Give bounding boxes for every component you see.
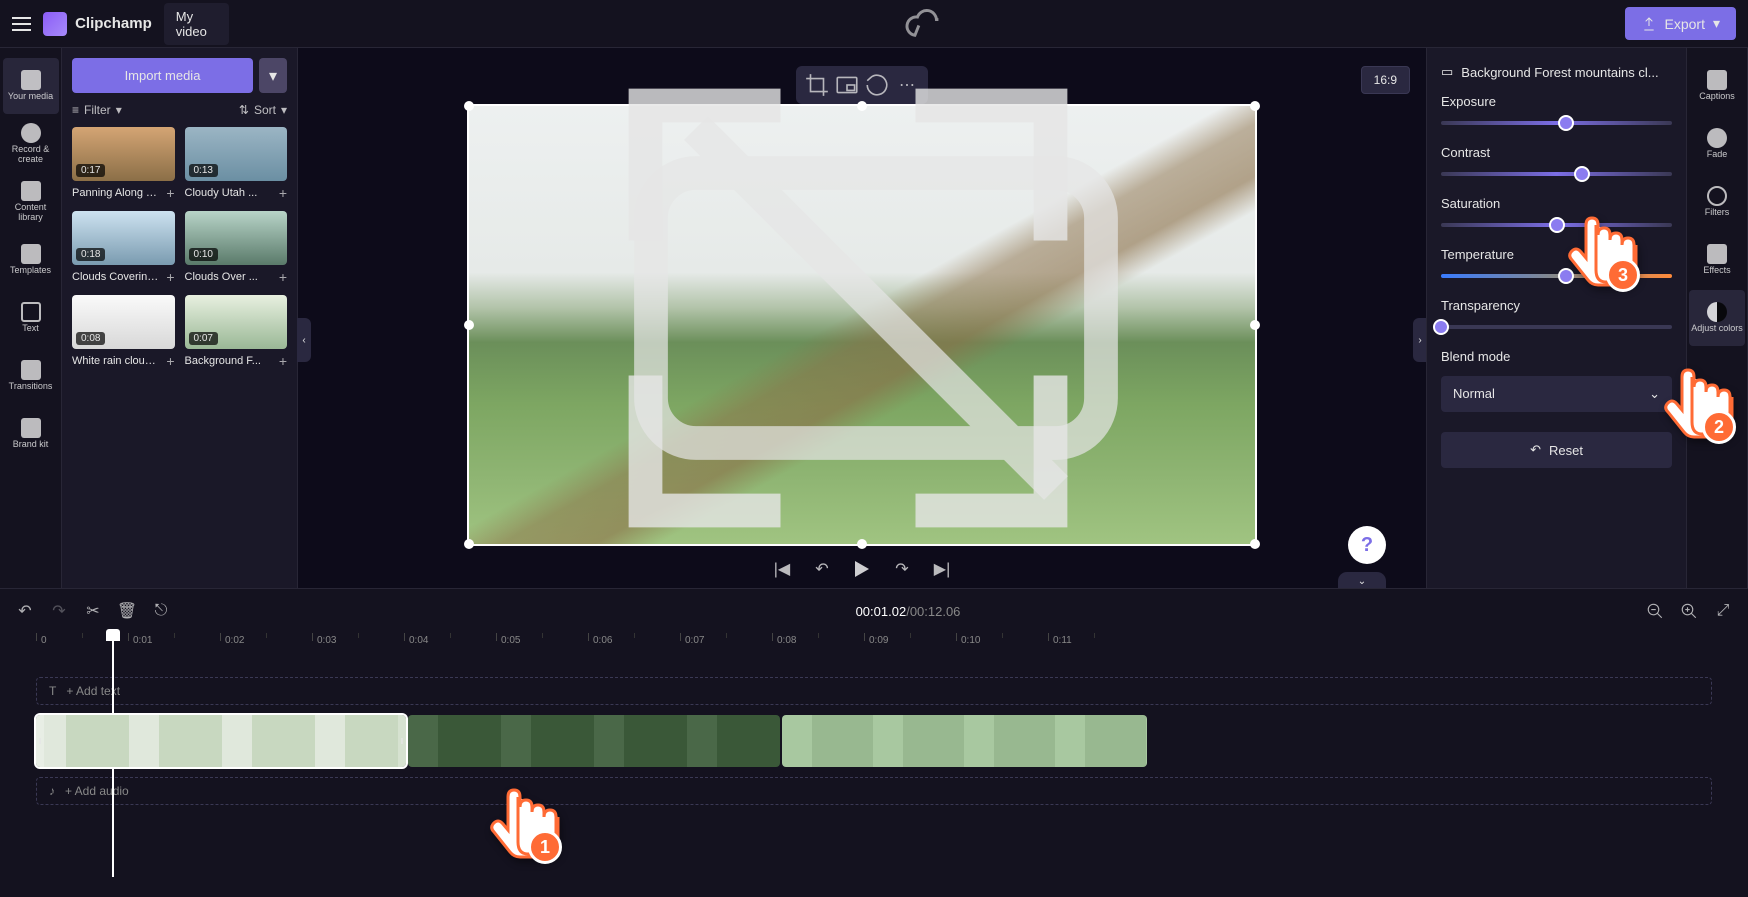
timeline-clip[interactable]: ‖‖ bbox=[36, 715, 406, 767]
rail-fade[interactable]: Fade bbox=[1689, 116, 1745, 172]
text-icon bbox=[21, 302, 41, 322]
fade-icon bbox=[1707, 128, 1727, 148]
rail-record-create[interactable]: Record & create bbox=[3, 116, 59, 172]
undo-arrow-icon: ↶ bbox=[1530, 442, 1541, 458]
rail-effects[interactable]: Effects bbox=[1689, 232, 1745, 288]
temperature-knob[interactable] bbox=[1558, 268, 1574, 284]
reset-button[interactable]: ↶Reset bbox=[1441, 432, 1672, 468]
rail-templates[interactable]: Templates bbox=[3, 232, 59, 288]
library-icon bbox=[21, 181, 41, 201]
fullscreen-button[interactable] bbox=[284, 38, 1412, 578]
media-icon bbox=[21, 70, 41, 90]
export-label: Export bbox=[1665, 16, 1705, 32]
media-item[interactable]: 0:17Panning Along T...+ bbox=[72, 127, 175, 201]
chevron-down-icon: ⌄ bbox=[1649, 386, 1660, 402]
delete-button[interactable]: 🗑 bbox=[118, 602, 136, 620]
export-clip-button[interactable]: ⎋ bbox=[152, 602, 170, 620]
text-icon: T bbox=[49, 684, 56, 698]
rail-text[interactable]: Text bbox=[3, 290, 59, 346]
media-item[interactable]: 0:10Clouds Over ...+ bbox=[185, 211, 288, 285]
add-to-timeline-button[interactable]: + bbox=[166, 353, 174, 369]
effects-icon bbox=[1707, 244, 1727, 264]
exposure-label: Exposure bbox=[1441, 94, 1672, 109]
media-item[interactable]: 0:07Background F...+ bbox=[185, 295, 288, 369]
rail-filters[interactable]: Filters bbox=[1689, 174, 1745, 230]
logo-icon bbox=[43, 12, 67, 36]
zoom-fit-button[interactable]: ⤢ bbox=[1714, 602, 1732, 620]
blend-mode-label: Blend mode bbox=[1441, 349, 1672, 364]
import-media-button[interactable]: Import media bbox=[72, 58, 253, 93]
media-item[interactable]: 0:08White rain cloud...+ bbox=[72, 295, 175, 369]
timeline-ruler[interactable]: 00:010:020:030:040:050:060:070:080:090:1… bbox=[36, 633, 1712, 657]
import-media-chevron[interactable]: ▾ bbox=[259, 58, 287, 93]
temperature-label: Temperature bbox=[1441, 247, 1672, 262]
filter-icon: ≡ bbox=[72, 103, 79, 117]
captions-icon bbox=[1707, 70, 1727, 90]
video-title[interactable]: My video bbox=[164, 3, 229, 45]
upload-icon bbox=[1641, 16, 1657, 32]
export-button[interactable]: Export ▾ bbox=[1625, 7, 1737, 40]
transparency-slider[interactable] bbox=[1441, 325, 1672, 329]
exposure-slider[interactable] bbox=[1441, 121, 1672, 125]
temperature-slider[interactable] bbox=[1441, 274, 1672, 278]
timeline-clip[interactable] bbox=[782, 715, 1147, 767]
media-item[interactable]: 0:13Cloudy Utah ...+ bbox=[185, 127, 288, 201]
adjust-colors-icon bbox=[1707, 302, 1727, 322]
blend-mode-select[interactable]: Normal⌄ bbox=[1441, 376, 1672, 412]
trim-handle-left[interactable]: ‖ bbox=[36, 715, 44, 767]
hamburger-menu[interactable] bbox=[12, 12, 31, 36]
saturation-knob[interactable] bbox=[1549, 217, 1565, 233]
zoom-out-button[interactable] bbox=[1646, 602, 1664, 620]
music-icon: ♪ bbox=[49, 784, 55, 798]
sort-icon: ⇅ bbox=[239, 103, 249, 117]
transparency-knob[interactable] bbox=[1433, 319, 1449, 335]
logo-text: Clipchamp bbox=[75, 15, 152, 32]
clip-icon: ▭ bbox=[1441, 64, 1453, 80]
rail-adjust-colors[interactable]: Adjust colors bbox=[1689, 290, 1745, 346]
timeline-clip[interactable] bbox=[408, 715, 780, 767]
transitions-icon bbox=[21, 360, 41, 380]
add-to-timeline-button[interactable]: + bbox=[166, 269, 174, 285]
help-button[interactable]: ? bbox=[1348, 526, 1386, 564]
chevron-down-icon: ▾ bbox=[1713, 15, 1720, 32]
logo[interactable]: Clipchamp bbox=[43, 12, 152, 36]
rail-brand-kit[interactable]: Brand kit bbox=[3, 406, 59, 462]
trim-handle-right[interactable]: ‖ bbox=[398, 715, 406, 767]
add-to-timeline-button[interactable]: + bbox=[166, 185, 174, 201]
saturation-slider[interactable] bbox=[1441, 223, 1672, 227]
templates-icon bbox=[21, 244, 41, 264]
contrast-label: Contrast bbox=[1441, 145, 1672, 160]
rail-captions[interactable]: Captions bbox=[1689, 58, 1745, 114]
saturation-label: Saturation bbox=[1441, 196, 1672, 211]
rail-transitions[interactable]: Transitions bbox=[3, 348, 59, 404]
add-audio-track[interactable]: ♪+ Add audio bbox=[36, 777, 1712, 805]
chevron-down-icon: ▾ bbox=[116, 103, 122, 117]
undo-button[interactable]: ↶ bbox=[16, 602, 34, 620]
transparency-label: Transparency bbox=[1441, 298, 1672, 313]
sort-button[interactable]: ⇅Sort▾ bbox=[239, 103, 287, 117]
split-button[interactable]: ✂ bbox=[84, 602, 102, 620]
contrast-knob[interactable] bbox=[1574, 166, 1590, 182]
record-icon bbox=[21, 123, 41, 143]
exposure-knob[interactable] bbox=[1558, 115, 1574, 131]
selected-clip-name: ▭Background Forest mountains cl... bbox=[1441, 64, 1661, 80]
brandkit-icon bbox=[21, 418, 41, 438]
media-item[interactable]: 0:18Clouds Covering...+ bbox=[72, 211, 175, 285]
rail-your-media[interactable]: Your media bbox=[3, 58, 59, 114]
contrast-slider[interactable] bbox=[1441, 172, 1672, 176]
zoom-in-button[interactable] bbox=[1680, 602, 1698, 620]
filters-icon bbox=[1707, 186, 1727, 206]
timecode: 00:01.02 / 00:12.06 bbox=[856, 604, 961, 619]
rail-content-library[interactable]: Content library bbox=[3, 174, 59, 230]
redo-button[interactable]: ↷ bbox=[50, 602, 68, 620]
filter-button[interactable]: ≡Filter▾ bbox=[72, 103, 122, 117]
add-text-track[interactable]: T+ Add text bbox=[36, 677, 1712, 705]
